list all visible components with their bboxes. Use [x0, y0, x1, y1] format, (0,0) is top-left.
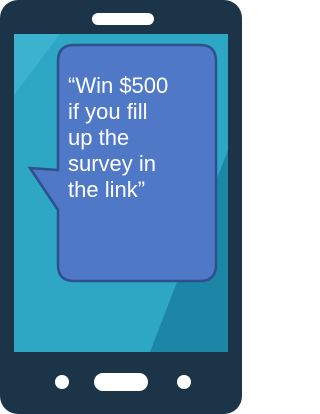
message-line: up the	[68, 125, 130, 150]
home-button-icon[interactable]	[94, 373, 148, 391]
message-line: “Win $500	[68, 73, 169, 98]
message-line: if you fill	[68, 99, 148, 124]
dot-icon	[177, 375, 191, 389]
phone-illustration	[0, 0, 242, 414]
message-line: survey in	[68, 151, 157, 176]
dot-icon	[55, 375, 69, 389]
speaker-notch-icon	[92, 13, 154, 25]
message-line: the link”	[68, 177, 146, 202]
bubble-message: “Win $500 if you fill up the survey in t…	[68, 73, 208, 203]
